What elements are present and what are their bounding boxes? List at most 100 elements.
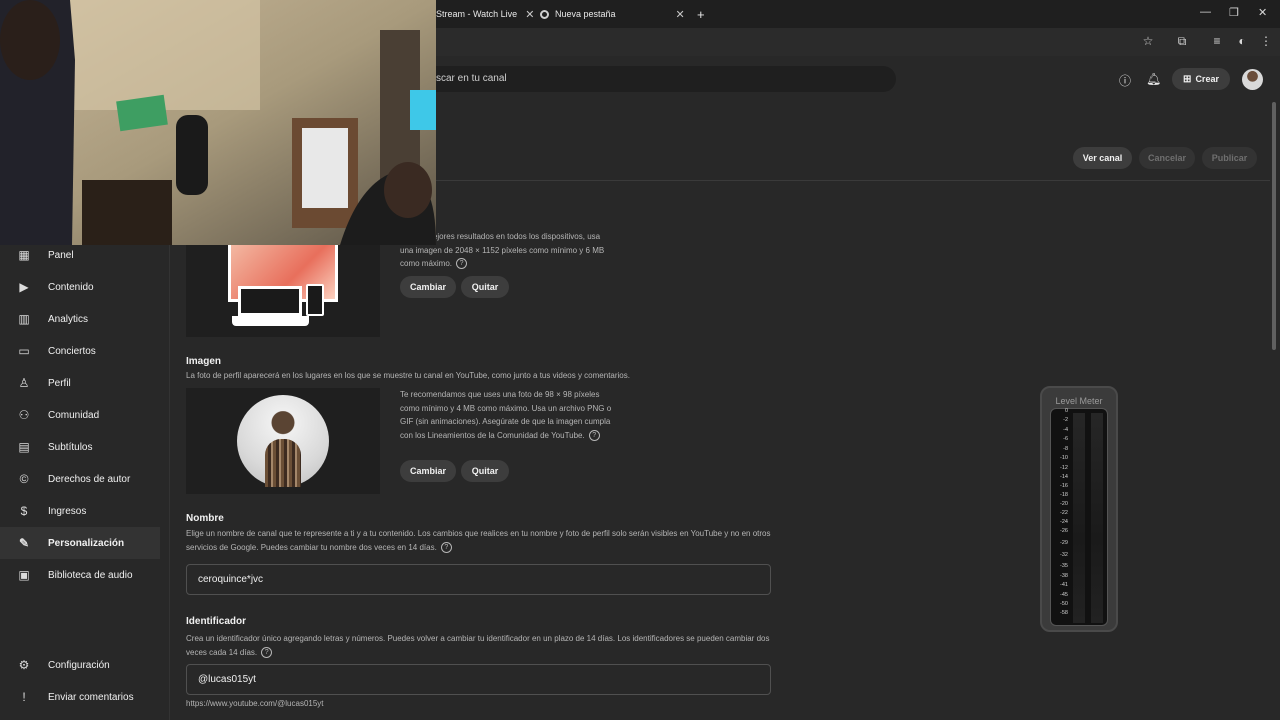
profile-picture-preview (186, 388, 380, 494)
sidebar-item-label: Biblioteca de audio (48, 569, 133, 581)
analytics-icon: ▥ (18, 312, 30, 326)
sidebar-item-label: Personalización (48, 537, 125, 549)
level-meter (1040, 386, 1118, 632)
sidebar-item-community[interactable]: ⚇ Comunidad (0, 399, 160, 431)
sidebar-item-earn[interactable]: $ Ingresos (0, 495, 160, 527)
create-label: Crear (1195, 74, 1219, 84)
meter-tick: -6 (1063, 436, 1068, 442)
handle-field[interactable]: @lucas015yt (186, 664, 771, 695)
handle-description: Crea un identificador único agregando le… (186, 634, 770, 658)
help-icon[interactable]: ? (456, 258, 468, 270)
cancel-button[interactable]: Cancelar (1139, 147, 1195, 169)
webcam-overlay (0, 0, 436, 245)
laptop-base (232, 316, 309, 326)
name-title: Nombre (186, 513, 224, 524)
name-description: Elige un nombre de canal que te represen… (186, 529, 771, 553)
sidebar-item-audio-library[interactable]: ▣ Biblioteca de audio (0, 559, 160, 591)
bookmark-star-icon[interactable]: ☆ (1140, 34, 1156, 48)
restore-icon[interactable]: ❐ (1229, 6, 1239, 19)
close-window-icon[interactable]: ✕ (1258, 6, 1267, 19)
chrome-icon (540, 9, 549, 19)
meter-tick: -8 (1063, 446, 1068, 452)
subtitles-icon: ▤ (18, 440, 30, 454)
meter-tick: -26 (1060, 528, 1068, 534)
notifications-icon[interactable]: 🔔︎ (1146, 72, 1161, 86)
picture-description: Te recomendamos que uses una foto de 98 … (400, 390, 612, 441)
sidebar-item-label: Contenido (48, 281, 94, 293)
concerts-icon: ▭ (18, 344, 30, 358)
customization-icon: ✎ (18, 536, 30, 550)
picture-title: Imagen (186, 356, 222, 367)
sidebar-item-label: Comunidad (48, 409, 100, 421)
sidebar-item-subtitles[interactable]: ▤ Subtítulos (0, 431, 160, 463)
name-field[interactable]: ceroquince*jvc (186, 564, 771, 595)
meter-tick: -35 (1060, 563, 1068, 569)
publish-button[interactable]: Publicar (1202, 147, 1257, 169)
picture-remove-button[interactable]: Quitar (461, 460, 509, 482)
content-icon: ▶ (19, 280, 29, 294)
picture-change-button[interactable]: Cambiar (400, 460, 456, 482)
meter-tick: -10 (1060, 455, 1068, 461)
meter-tick: -2 (1063, 417, 1068, 423)
banner-remove-button[interactable]: Quitar (461, 276, 509, 298)
profile-icon[interactable]: ◐ (1234, 34, 1250, 48)
meter-tick: -14 (1060, 474, 1068, 480)
profile-photo (237, 395, 329, 487)
create-button[interactable]: ⊞ Crear (1172, 68, 1230, 90)
new-tab-button[interactable]: + (697, 4, 705, 24)
media-controls-icon[interactable]: ≡ (1209, 34, 1225, 48)
menu-icon[interactable]: ⋮ (1258, 34, 1274, 48)
help-icon[interactable]: ? (440, 541, 452, 553)
sidebar-item-settings[interactable]: ⚙ Configuración (0, 649, 160, 681)
meter-tick: -50 (1060, 601, 1068, 607)
tab-label: Stream - Watch Live (436, 9, 518, 19)
meter-tick: -12 (1060, 465, 1068, 471)
webcam-image (0, 0, 436, 245)
banner-change-button[interactable]: Cambiar (400, 276, 456, 298)
extensions-icon[interactable]: ⧉ (1174, 34, 1190, 49)
sidebar-item-label: Subtítulos (48, 441, 93, 453)
close-icon[interactable]: ✕ (525, 8, 534, 21)
sidebar-item-content[interactable]: ▶ Contenido (0, 271, 160, 303)
community-icon: ⚇ (18, 408, 30, 422)
handle-title: Identificador (186, 616, 247, 627)
close-icon[interactable]: ✕ (676, 8, 685, 21)
meter-tick: -18 (1060, 492, 1068, 498)
create-video-icon: ⊞ (1183, 73, 1192, 85)
earn-icon: $ (20, 504, 28, 518)
view-channel-button[interactable]: Ver canal (1073, 147, 1132, 169)
sidebar-item-customization[interactable]: ✎ Personalización (0, 527, 160, 559)
meter-tick: -20 (1060, 501, 1068, 507)
sidebar-item-profile[interactable]: ♙ Perfil (0, 367, 160, 399)
sidebar-item-analytics[interactable]: ▥ Analytics (0, 303, 160, 335)
scrollbar[interactable] (1272, 102, 1276, 350)
help-icon[interactable]: ? (261, 646, 273, 658)
avatar[interactable] (1242, 69, 1263, 90)
minimize-icon[interactable]: — (1200, 6, 1211, 18)
sidebar-item-label: Panel (48, 249, 74, 261)
tab-stream[interactable]: Stream - Watch Live ✕ (436, 4, 534, 24)
meter-tick: -38 (1060, 573, 1068, 579)
sidebar-item-label: Perfil (48, 377, 71, 389)
meter-channel-left (1073, 413, 1085, 623)
banner-laptop-preview (238, 286, 302, 316)
tab-new[interactable]: Nueva pestaña ✕ (540, 4, 685, 24)
meter-tick: -58 (1060, 610, 1068, 616)
meter-tick: -22 (1060, 510, 1068, 516)
sidebar-item-label: Analytics (48, 313, 89, 325)
sidebar-item-concerts[interactable]: ▭ Conciertos (0, 335, 160, 367)
help-icon[interactable]: ? (588, 429, 600, 441)
meter-tick: -24 (1060, 519, 1068, 525)
banner-phone-preview (306, 284, 324, 316)
meter-tick: -4 (1063, 427, 1068, 433)
sidebar-item-copyright[interactable]: © Derechos de autor (0, 463, 160, 495)
meter-tick: -45 (1060, 592, 1068, 598)
search-input[interactable]: scar en tu canal (420, 66, 896, 92)
profile-icon: ♙ (18, 376, 30, 390)
copyright-icon: © (19, 472, 29, 486)
picture-subtitle: La foto de perfil aparecerá en los lugar… (186, 371, 630, 380)
sidebar-item-feedback[interactable]: ! Enviar comentarios (0, 681, 160, 713)
help-icon[interactable]: ⓘ (1119, 72, 1131, 89)
sidebar-item-label: Derechos de autor (48, 473, 131, 485)
meter-tick: -41 (1060, 582, 1068, 588)
